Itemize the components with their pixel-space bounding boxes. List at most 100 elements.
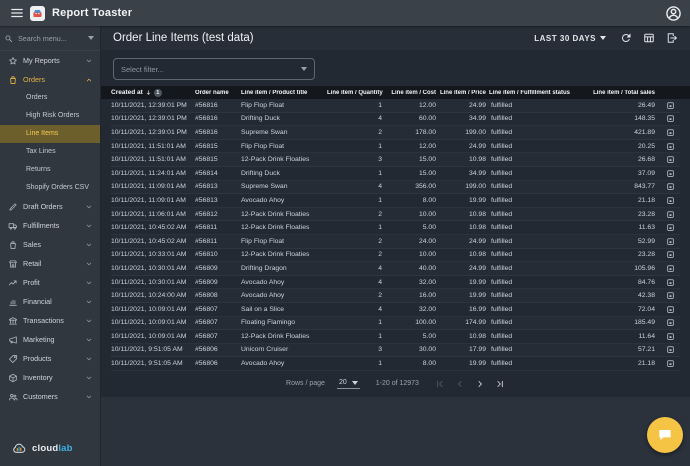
table-row: 10/11/2021, 10:45:02 AM #56811 12-Pack Dri… — [111, 221, 680, 235]
open-record-button[interactable] — [666, 128, 675, 137]
cell-created-at: 10/11/2021, 10:09:01 AM — [111, 332, 187, 340]
open-record-button[interactable] — [666, 114, 675, 123]
cell-price: 19.99 — [468, 278, 486, 286]
open-record-button[interactable] — [666, 155, 675, 164]
sidebar-item-retail[interactable]: Retail — [0, 254, 100, 273]
sidebar-subitem-high-risk-orders[interactable]: High Risk Orders — [0, 107, 100, 125]
open-record-button[interactable] — [666, 359, 675, 368]
open-record-button[interactable] — [666, 332, 675, 341]
open-record-button[interactable] — [666, 196, 675, 205]
open-record-button[interactable] — [666, 264, 675, 273]
menu-icon[interactable] — [10, 6, 24, 20]
sidebar-subitem-returns[interactable]: Returns — [0, 161, 100, 179]
export-icon — [666, 32, 678, 44]
table-row: 10/11/2021, 12:39:01 PM #56816 Supreme Swa… — [111, 126, 680, 140]
column-header-cost[interactable]: Line item / Cost — [385, 90, 439, 96]
account-icon[interactable] — [665, 5, 682, 22]
last-icon — [495, 379, 505, 389]
open-record-button[interactable] — [666, 223, 675, 232]
cell-price: 10.98 — [468, 224, 486, 232]
table-view-button[interactable] — [643, 32, 655, 44]
cell-fulfillment-status: fulfilled — [491, 142, 513, 150]
open-record-button[interactable] — [666, 182, 675, 191]
rows-per-page-select[interactable]: 20 — [336, 378, 360, 390]
sidebar-item-label: Financial — [23, 297, 52, 306]
column-header-created-at[interactable]: Created at 1 — [111, 88, 195, 97]
prev-page-button[interactable] — [455, 379, 465, 389]
cell-created-at: 10/11/2021, 9:51:05 AM — [111, 360, 183, 368]
export-button[interactable] — [666, 32, 678, 44]
cell-product-title: 12-Pack Drink Floaties — [241, 210, 310, 218]
sidebar-item-profit[interactable]: Profit — [0, 273, 100, 292]
cell-quantity: 4 — [378, 183, 382, 191]
open-record-button[interactable] — [666, 278, 675, 287]
cell-fulfillment-status: fulfilled — [491, 196, 513, 204]
chevron-down-icon — [85, 241, 93, 249]
sidebar-item-products[interactable]: Products — [0, 349, 100, 368]
table-row: 10/11/2021, 10:09:01 AM #56807 Sail on a S… — [111, 303, 680, 317]
open-record-button[interactable] — [666, 291, 675, 300]
sidebar-item-my-reports[interactable]: My Reports — [0, 51, 100, 70]
cell-cost: 10.00 — [418, 251, 436, 259]
sidebar-item-financial[interactable]: Financial — [0, 292, 100, 311]
sidebar-subitem-orders[interactable]: Orders — [0, 89, 100, 107]
open-record-button[interactable] — [666, 210, 675, 219]
sidebar-item-fulfillments[interactable]: Fulfillments — [0, 216, 100, 235]
table-row: 10/11/2021, 10:24:00 AM #56808 Avocado Aho… — [111, 289, 680, 303]
column-header-fulfillment-status[interactable]: Line item / Fulfillment status — [489, 90, 583, 96]
open-record-button[interactable] — [666, 318, 675, 327]
open-in-icon — [666, 155, 675, 164]
column-header-product-title[interactable]: Line item / Product title — [241, 90, 327, 96]
search-input[interactable] — [16, 32, 85, 44]
column-header-quantity[interactable]: Line item / Quantity — [327, 90, 385, 96]
open-record-button[interactable] — [666, 101, 675, 110]
cell-product-title: 12-Pack Drink Floaties — [241, 224, 310, 232]
open-record-button[interactable] — [666, 305, 675, 314]
prev-icon — [455, 379, 465, 389]
column-header-order-name[interactable]: Order name — [195, 90, 241, 96]
cell-cost: 5.00 — [422, 224, 436, 232]
cell-product-title: 12-Pack Drink Floaties — [241, 332, 310, 340]
cell-order-name: #56809 — [195, 278, 218, 286]
cell-fulfillment-status: fulfilled — [491, 183, 513, 191]
sidebar-subitem-tax-lines[interactable]: Tax Lines — [0, 143, 100, 161]
sidebar-search[interactable] — [0, 26, 100, 51]
table-row: 10/11/2021, 10:09:01 AM #56807 12-Pack Dri… — [111, 330, 680, 344]
filter-select[interactable]: Select filter... — [113, 58, 315, 80]
open-in-icon — [666, 264, 675, 273]
open-record-button[interactable] — [666, 142, 675, 151]
open-in-icon — [666, 345, 675, 354]
sidebar-item-label: Draft Orders — [23, 202, 63, 211]
sidebar-item-marketing[interactable]: Marketing — [0, 330, 100, 349]
cell-fulfillment-status: fulfilled — [491, 210, 513, 218]
cell-price: 19.99 — [468, 360, 486, 368]
sidebar-item-sales[interactable]: Sales — [0, 235, 100, 254]
sidebar-item-orders[interactable]: Orders — [0, 70, 100, 89]
date-range-select[interactable]: LAST 30 DAYS — [534, 34, 606, 43]
cell-order-name: #56809 — [195, 264, 218, 272]
column-header-price[interactable]: Line item / Price — [439, 90, 489, 96]
last-page-button[interactable] — [495, 379, 505, 389]
sidebar-item-transactions[interactable]: Transactions — [0, 311, 100, 330]
open-record-button[interactable] — [666, 250, 675, 259]
sidebar-item-draft-orders[interactable]: Draft Orders — [0, 197, 100, 216]
table-row: 10/11/2021, 10:30:01 AM #56809 Avocado Aho… — [111, 276, 680, 290]
sidebar-item-label: Retail — [23, 259, 42, 268]
cell-fulfillment-status: fulfilled — [491, 319, 513, 327]
cell-cost: 8.00 — [422, 196, 436, 204]
open-record-button[interactable] — [666, 345, 675, 354]
first-page-button[interactable] — [435, 379, 445, 389]
open-record-button[interactable] — [666, 237, 675, 246]
cell-order-name: #56808 — [195, 292, 218, 300]
open-record-button[interactable] — [666, 169, 675, 178]
bank-icon — [8, 316, 18, 326]
sidebar-subitem-shopify-orders-csv[interactable]: Shopify Orders CSV — [0, 179, 100, 197]
cell-total-sales: 421.89 — [634, 128, 655, 136]
refresh-button[interactable] — [620, 32, 632, 44]
sidebar-subitem-line-items[interactable]: Line Items — [0, 125, 100, 143]
chat-fab-button[interactable] — [647, 417, 683, 453]
sidebar-item-customers[interactable]: Customers — [0, 387, 100, 406]
column-header-total-sales[interactable]: Line item / Total sales — [583, 90, 658, 96]
sidebar-item-inventory[interactable]: Inventory — [0, 368, 100, 387]
next-page-button[interactable] — [475, 379, 485, 389]
